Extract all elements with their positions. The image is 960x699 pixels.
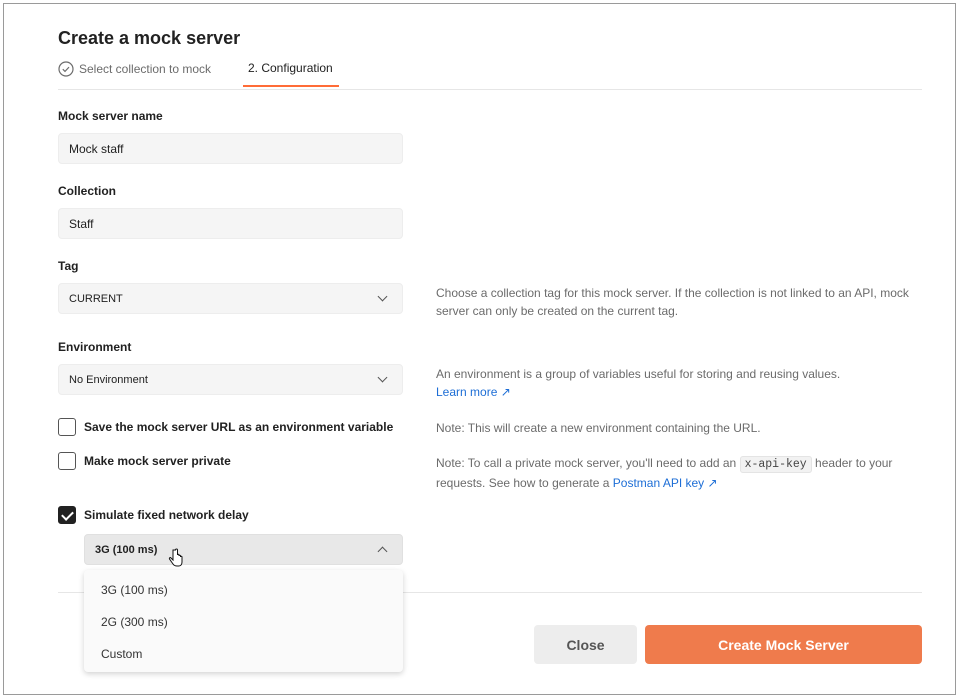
chevron-up-icon [377,546,388,557]
active-tab-indicator [243,85,339,87]
tag-label: Tag [58,259,79,273]
collection-input[interactable]: Staff [58,208,403,239]
delay-checkbox-row[interactable]: Simulate fixed network delay [58,506,249,524]
chevron-down-icon [377,291,388,302]
page-title: Create a mock server [58,28,241,48]
tab-select-collection[interactable]: Select collection to mock [58,61,211,77]
postman-api-key-link[interactable]: Postman API key ↗ [613,476,718,490]
save-url-note: Note: This will create a new environment… [436,421,761,435]
save-url-checkbox-row[interactable]: Save the mock server URL as an environme… [58,418,393,436]
delay-dropdown-menu: 3G (100 ms) 2G (300 ms) Custom [84,570,403,672]
select-value: No Environment [69,373,148,386]
header-divider [58,89,922,90]
tab-label: 2. Configuration [248,61,333,75]
private-note: Note: To call a private mock server, you… [436,454,926,492]
select-value: 3G (100 ms) [95,543,158,556]
input-value: Staff [69,216,94,231]
tag-select[interactable]: CURRENT [58,283,403,314]
delay-option-3g[interactable]: 3G (100 ms) [84,576,403,608]
mock-server-name-input[interactable]: Mock staff [58,133,403,164]
hand-cursor-icon [168,548,183,567]
environment-select[interactable]: No Environment [58,364,403,395]
learn-more-link[interactable]: Learn more ↗ [436,385,511,399]
delay-option-2g[interactable]: 2G (300 ms) [84,608,403,640]
checkbox-label: Make mock server private [84,454,231,468]
save-url-checkbox[interactable] [58,418,76,436]
name-label: Mock server name [58,109,163,123]
help-text: An environment is a group of variables u… [436,367,841,381]
tag-help: Choose a collection tag for this mock se… [436,286,909,318]
tab-label: Select collection to mock [79,62,212,76]
tab-configuration[interactable]: 2. Configuration [248,61,333,75]
input-value: Mock staff [69,141,124,156]
api-key-code: x-api-key [739,456,812,473]
chevron-down-icon [377,372,388,383]
delay-checkbox[interactable] [58,506,76,524]
close-button[interactable]: Close [534,625,637,664]
delay-select[interactable]: 3G (100 ms) [84,534,403,565]
private-checkbox[interactable] [58,452,76,470]
note-text: Note: To call a private mock server, you… [436,456,737,470]
create-mock-server-button[interactable]: Create Mock Server [645,625,922,664]
checkbox-label: Simulate fixed network delay [84,508,249,522]
select-value: CURRENT [69,292,123,305]
environment-help: An environment is a group of variables u… [436,365,926,401]
check-circle-icon [58,61,74,77]
environment-label: Environment [58,340,132,354]
checkbox-label: Save the mock server URL as an environme… [84,420,394,434]
delay-option-custom[interactable]: Custom [84,640,403,672]
private-checkbox-row[interactable]: Make mock server private [58,452,231,470]
collection-label: Collection [58,184,117,198]
